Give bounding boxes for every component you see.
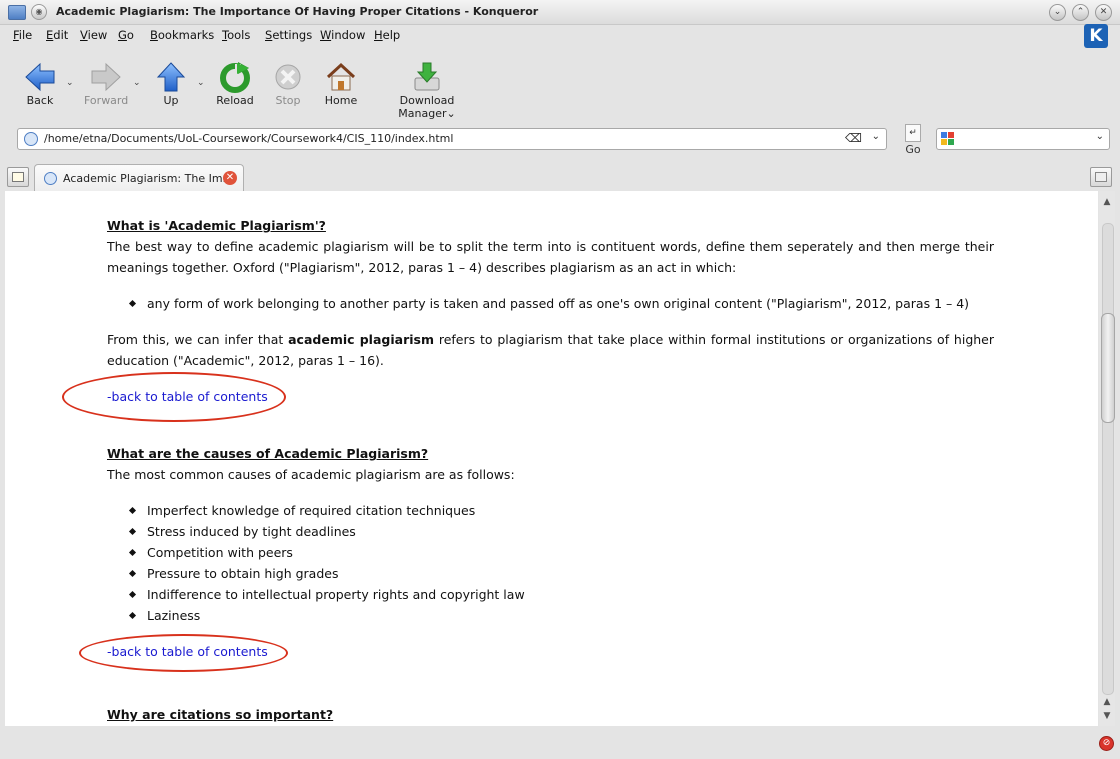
menu-view[interactable]: View <box>80 28 107 42</box>
maximize-button[interactable]: ⌃ <box>1072 4 1089 21</box>
list-item: Indifference to intellectual property ri… <box>147 584 994 605</box>
list-item: Pressure to obtain high grades <box>147 563 994 584</box>
scroll-down-arrow-icon[interactable]: ▼ <box>1099 709 1115 723</box>
kde-logo-icon: K <box>1084 24 1108 48</box>
go-label: Go <box>905 143 921 156</box>
list-item: Competition with peers <box>147 542 994 563</box>
section-heading: What is 'Academic Plagiarism'? <box>107 218 326 233</box>
menu-settings[interactable]: Settings <box>265 28 312 42</box>
menu-help[interactable]: Help <box>374 28 400 42</box>
scroll-thumb[interactable] <box>1101 313 1115 423</box>
main-toolbar: Back ⌄ Forward ⌄ Up ⌄ Reload Stop Home D… <box>0 56 1120 120</box>
home-button[interactable]: Home <box>323 60 359 107</box>
forward-button[interactable]: Forward <box>84 60 128 107</box>
download-manager-icon <box>414 62 440 91</box>
bullet-list: Imperfect knowledge of required citation… <box>107 500 994 626</box>
bold-term: academic plagiarism <box>288 332 434 347</box>
forward-arrow-icon <box>91 62 121 92</box>
menu-window[interactable]: Window <box>320 28 365 42</box>
window-menu-icon[interactable]: ◉ <box>31 4 47 20</box>
back-label: Back <box>26 94 54 107</box>
bullet-list: any form of work belonging to another pa… <box>107 293 994 314</box>
reload-button[interactable]: Reload <box>216 60 254 107</box>
clear-location-icon[interactable]: ⌫ <box>845 131 862 145</box>
stop-button[interactable]: Stop <box>270 60 306 107</box>
reload-icon <box>220 62 250 93</box>
menu-bar: File Edit View Go Bookmarks Tools Settin… <box>0 25 1120 47</box>
menu-bookmarks[interactable]: Bookmarks <box>150 28 214 42</box>
paragraph: The most common causes of academic plagi… <box>107 467 515 482</box>
home-icon <box>326 62 356 91</box>
close-current-tab-button[interactable] <box>1090 167 1112 187</box>
close-window-button[interactable]: ✕ <box>1095 4 1112 21</box>
back-to-toc-link[interactable]: -back to table of contents <box>107 644 268 659</box>
minimize-button[interactable]: ⌄ <box>1049 4 1066 21</box>
up-button[interactable]: Up <box>154 60 188 107</box>
reload-label: Reload <box>216 94 254 107</box>
list-item: Stress induced by tight deadlines <box>147 521 994 542</box>
tab-favicon-icon <box>44 172 57 185</box>
search-provider-dropdown[interactable]: ⌄ <box>1096 131 1104 142</box>
stop-label: Stop <box>275 94 301 107</box>
location-toolbar: /home/etna/Documents/UoL-Coursework/Cour… <box>0 124 1120 156</box>
tab-bar: Academic Plagiarism: The Im... ✕ <box>0 162 1120 191</box>
section-heading: What are the causes of Academic Plagiari… <box>107 446 429 461</box>
title-bar: ◉ Academic Plagiarism: The Importance Of… <box>0 0 1120 25</box>
go-button[interactable]: ↵ Go <box>903 124 923 156</box>
location-history-dropdown[interactable]: ⌄ <box>872 131 880 142</box>
tab-label: Academic Plagiarism: The Im... <box>63 172 234 185</box>
back-to-toc-link[interactable]: -back to table of contents <box>107 389 268 404</box>
menu-tools[interactable]: Tools <box>222 28 250 42</box>
tab-academic-plagiarism[interactable]: Academic Plagiarism: The Im... ✕ <box>34 164 244 191</box>
up-dropdown[interactable]: ⌄ <box>197 78 205 88</box>
page-favicon-icon <box>24 132 38 146</box>
menu-file[interactable]: File <box>13 28 32 42</box>
list-item: Laziness <box>147 605 994 626</box>
google-search-icon <box>941 132 954 145</box>
menu-go[interactable]: Go <box>118 28 134 42</box>
paragraph: From this, we can infer that academic pl… <box>107 332 995 368</box>
menu-edit[interactable]: Edit <box>46 28 68 42</box>
scroll-up-arrow-icon[interactable]: ▲ <box>1099 695 1115 709</box>
web-search-field[interactable]: ⌄ <box>936 128 1110 150</box>
scroll-track[interactable] <box>1102 223 1114 695</box>
window-title: Academic Plagiarism: The Importance Of H… <box>56 5 539 18</box>
stop-icon <box>275 64 301 90</box>
up-label: Up <box>163 94 179 107</box>
list-item: Imperfect knowledge of required citation… <box>147 500 994 521</box>
back-arrow-icon <box>25 62 55 92</box>
forward-label: Forward <box>84 94 129 107</box>
go-icon: ↵ <box>905 124 921 142</box>
new-tab-button[interactable] <box>7 167 29 187</box>
list-item: any form of work belonging to another pa… <box>147 293 994 314</box>
window-icon[interactable] <box>8 5 26 20</box>
back-button[interactable]: Back <box>22 60 58 107</box>
security-status-icon[interactable]: ⊘ <box>1099 736 1114 751</box>
location-url[interactable]: /home/etna/Documents/UoL-Coursework/Cour… <box>44 132 453 145</box>
section-heading: Why are citations so important? <box>107 707 334 722</box>
download-manager-label: Download Manager⌄ <box>398 94 456 120</box>
forward-history-dropdown[interactable]: ⌄ <box>133 78 141 88</box>
vertical-scrollbar[interactable]: ▲ ▲ ▼ <box>1099 191 1115 726</box>
page-content: What is 'Academic Plagiarism'? The best … <box>5 191 1098 726</box>
status-bar: ⊘ <box>0 728 1120 759</box>
location-field[interactable]: /home/etna/Documents/UoL-Coursework/Cour… <box>17 128 887 150</box>
document-body: What is 'Academic Plagiarism'? The best … <box>107 191 994 725</box>
download-manager-button[interactable]: Download Manager⌄ <box>378 60 476 120</box>
close-tab-icon[interactable]: ✕ <box>223 171 237 185</box>
back-history-dropdown[interactable]: ⌄ <box>66 78 74 88</box>
scroll-up-arrow-icon[interactable]: ▲ <box>1099 195 1115 209</box>
up-arrow-icon <box>156 62 186 92</box>
paragraph: The best way to define academic plagiari… <box>107 239 994 275</box>
home-label: Home <box>324 94 358 107</box>
